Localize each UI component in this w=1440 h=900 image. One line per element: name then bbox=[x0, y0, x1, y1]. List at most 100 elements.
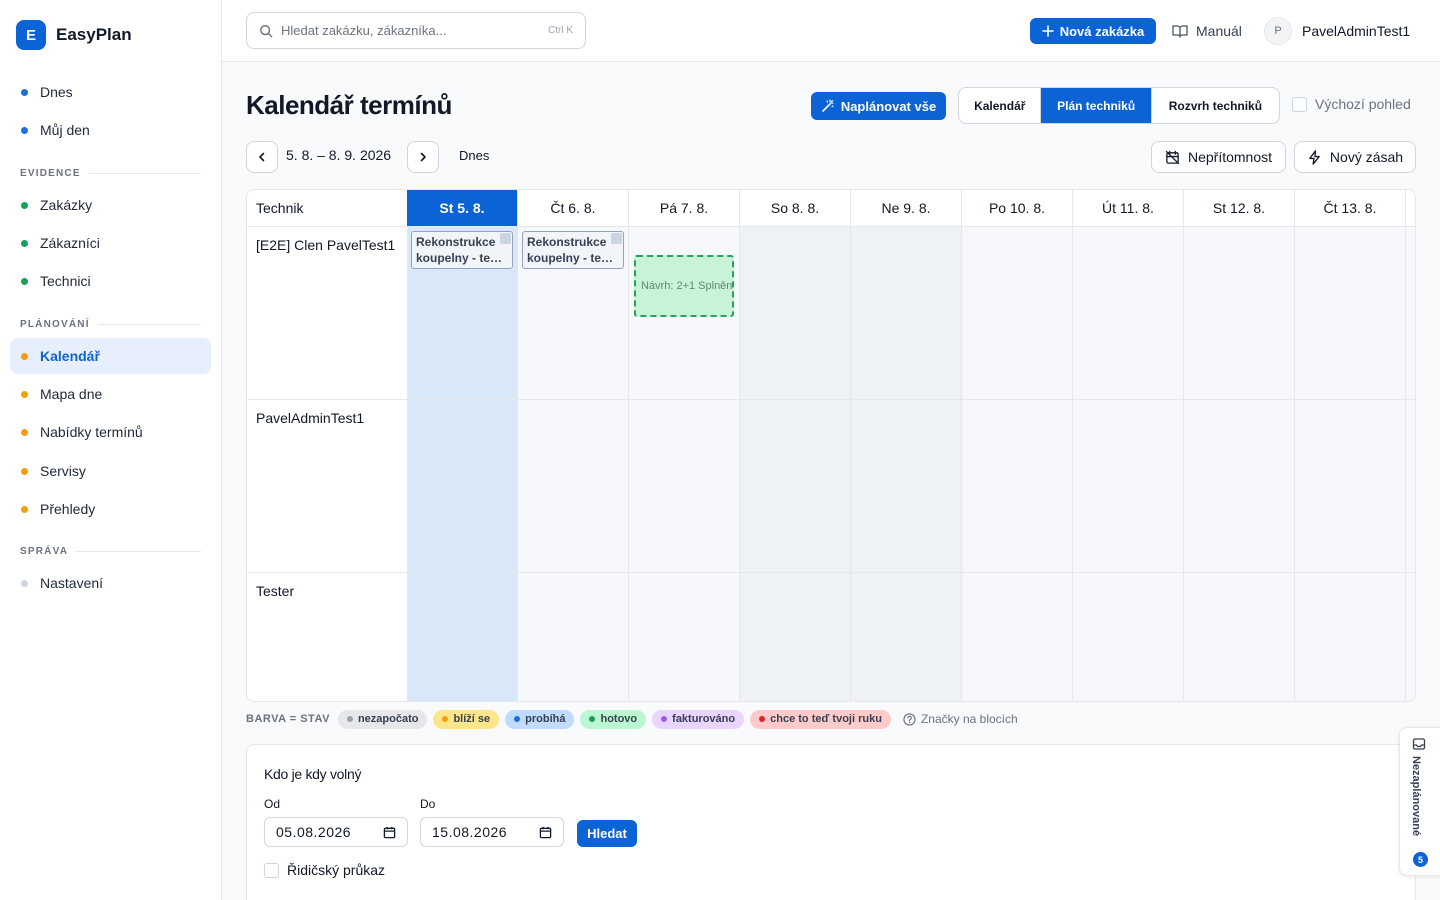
job-block[interactable]: Rekonstrukce koupelny - technik bbox=[522, 231, 624, 269]
row-divider bbox=[247, 399, 1415, 400]
tab-kalendar[interactable]: Kalendář bbox=[959, 88, 1042, 123]
magic-wand-icon bbox=[822, 99, 834, 112]
sidebar-item-technici[interactable]: Technici bbox=[10, 263, 211, 299]
to-date-value: 15.08.2026 bbox=[432, 824, 508, 840]
legend-title: BARVA = STAV bbox=[246, 713, 330, 725]
day-column[interactable] bbox=[1072, 227, 1183, 701]
row-divider bbox=[247, 572, 1415, 573]
date-range-label: 5. 8. – 8. 9. 2026 bbox=[286, 147, 392, 163]
day-header[interactable]: Út 11. 8. bbox=[1072, 190, 1183, 227]
suggestion-block[interactable]: Návrh: 2+1 Splnění bbox=[634, 255, 734, 317]
manual-label: Manuál bbox=[1196, 23, 1242, 39]
sidebar-item-zakaznici[interactable]: Zákazníci bbox=[10, 225, 211, 261]
legend-chip-nezapocato: nezapočato bbox=[337, 709, 428, 729]
day-header[interactable]: Čt 13. 8. bbox=[1294, 190, 1405, 227]
sidebar-item-muj-den[interactable]: Můj den bbox=[10, 112, 211, 148]
lightning-icon bbox=[1309, 149, 1320, 165]
search-input[interactable]: Hledat zakázku, zákazníka... Ctrl K bbox=[246, 12, 586, 49]
prev-range-button[interactable] bbox=[246, 141, 278, 173]
unplanned-drawer-tab[interactable]: Nezaplánované 5 bbox=[1399, 727, 1440, 876]
default-view-toggle[interactable]: Výchozí pohled bbox=[1292, 96, 1411, 112]
day-header[interactable]: So 8. 8. bbox=[739, 190, 850, 227]
sidebar-item-label: Mapa dne bbox=[40, 386, 103, 402]
sidebar-item-mapa-dne[interactable]: Mapa dne bbox=[10, 376, 211, 412]
day-header[interactable]: Čt 6. 8. bbox=[517, 190, 628, 227]
section-sprava: SPRÁVA bbox=[20, 546, 201, 557]
today-button[interactable]: Dnes bbox=[459, 148, 489, 163]
default-view-checkbox[interactable] bbox=[1292, 96, 1307, 112]
legend-chip-fakturovano: fakturováno bbox=[652, 709, 745, 729]
from-label: Od bbox=[264, 797, 281, 811]
manual-link[interactable]: Manuál bbox=[1172, 18, 1242, 44]
sidebar-item-label: Technici bbox=[40, 273, 91, 289]
day-header-today[interactable]: St 5. 8. bbox=[407, 190, 517, 227]
nav-dot bbox=[21, 352, 28, 360]
legend-chip-blizi-se: blíží se bbox=[433, 709, 500, 729]
topbar: Hledat zakázku, zákazníka... Ctrl K Nová… bbox=[222, 0, 1440, 62]
day-column[interactable] bbox=[517, 227, 628, 701]
plan-all-button[interactable]: Naplánovat vše bbox=[811, 92, 946, 120]
sidebar-item-dnes[interactable]: Dnes bbox=[10, 74, 211, 110]
avatar: P bbox=[1264, 17, 1292, 45]
user-menu[interactable]: P PavelAdminTest1 bbox=[1264, 17, 1410, 45]
section-planovani: PLÁNOVÁNÍ bbox=[20, 319, 201, 330]
tab-plan-techniku[interactable]: Plán techniků bbox=[1041, 88, 1152, 123]
new-order-button[interactable]: Nová zakázka bbox=[1030, 18, 1156, 44]
driver-license-filter[interactable]: Řidičský průkaz bbox=[264, 862, 385, 878]
job-block[interactable]: Rekonstrukce koupelny - technik bbox=[411, 231, 513, 269]
edit-icon[interactable] bbox=[611, 233, 622, 244]
driver-license-label: Řidičský průkaz bbox=[287, 862, 386, 878]
new-intervention-label: Nový zásah bbox=[1329, 149, 1404, 165]
nav-dot bbox=[21, 201, 28, 209]
day-column[interactable] bbox=[739, 227, 850, 701]
status-dot bbox=[589, 716, 596, 722]
brand-name: EasyPlan bbox=[56, 25, 132, 44]
sidebar-item-nabidky-terminu[interactable]: Nabídky termínů bbox=[10, 414, 211, 450]
day-column[interactable] bbox=[407, 227, 517, 701]
day-column[interactable] bbox=[1183, 227, 1294, 701]
sidebar-item-label: Servisy bbox=[40, 463, 86, 479]
suggestion-label: Návrh: 2+1 Splnění bbox=[641, 280, 734, 292]
section-title: EVIDENCE bbox=[20, 168, 81, 179]
nav-dot bbox=[21, 579, 28, 587]
technician-name: Tester bbox=[256, 583, 295, 599]
sidebar-item-nastaveni[interactable]: Nastavení bbox=[10, 565, 211, 601]
section-title: SPRÁVA bbox=[20, 546, 69, 557]
driver-license-checkbox[interactable] bbox=[264, 862, 279, 878]
new-intervention-button[interactable]: Nový zásah bbox=[1294, 141, 1416, 173]
day-header[interactable]: Ne 9. 8. bbox=[850, 190, 961, 227]
absence-button[interactable]: Nepřítomnost bbox=[1151, 141, 1286, 173]
calendar-icon[interactable] bbox=[383, 826, 396, 839]
edit-icon[interactable] bbox=[500, 233, 511, 244]
day-header[interactable]: Pá 7. 8. bbox=[628, 190, 739, 227]
day-column[interactable] bbox=[961, 227, 1072, 701]
sidebar-item-kalendar[interactable]: Kalendář bbox=[10, 338, 211, 374]
search-free-button[interactable]: Hledat bbox=[577, 820, 637, 847]
calendar-icon[interactable] bbox=[539, 826, 552, 839]
block-markers-help[interactable]: Značky na blocích bbox=[903, 712, 1018, 726]
sidebar-item-servisy[interactable]: Servisy bbox=[10, 453, 211, 489]
sidebar-item-label: Dnes bbox=[40, 84, 73, 100]
day-column[interactable] bbox=[1294, 227, 1405, 701]
day-column[interactable] bbox=[850, 227, 961, 701]
sidebar-item-zakazky[interactable]: Zakázky bbox=[10, 187, 211, 223]
divider bbox=[88, 173, 201, 174]
sidebar-item-label: Můj den bbox=[40, 122, 90, 138]
block-markers-label: Značky na blocích bbox=[920, 712, 1018, 726]
brand[interactable]: E EasyPlan bbox=[16, 20, 132, 50]
nav-dot bbox=[21, 239, 28, 247]
next-range-button[interactable] bbox=[407, 141, 439, 173]
from-date-input[interactable]: 05.08.2026 bbox=[264, 817, 408, 847]
technician-name: PavelAdminTest1 bbox=[256, 410, 365, 426]
calendar-off-icon bbox=[1165, 150, 1180, 164]
divider bbox=[76, 551, 201, 552]
job-block-subtitle: koupelny - technik bbox=[527, 251, 615, 265]
nav-dot bbox=[21, 88, 28, 96]
sidebar-item-label: Kalendář bbox=[40, 348, 100, 364]
tab-rozvrh-techniku[interactable]: Rozvrh techniků bbox=[1152, 88, 1279, 123]
sidebar-item-label: Zákazníci bbox=[40, 235, 100, 251]
day-header[interactable]: St 12. 8. bbox=[1183, 190, 1294, 227]
sidebar-item-prehledy[interactable]: Přehledy bbox=[10, 491, 211, 527]
to-date-input[interactable]: 15.08.2026 bbox=[420, 817, 564, 847]
day-header[interactable]: Po 10. 8. bbox=[961, 190, 1072, 227]
